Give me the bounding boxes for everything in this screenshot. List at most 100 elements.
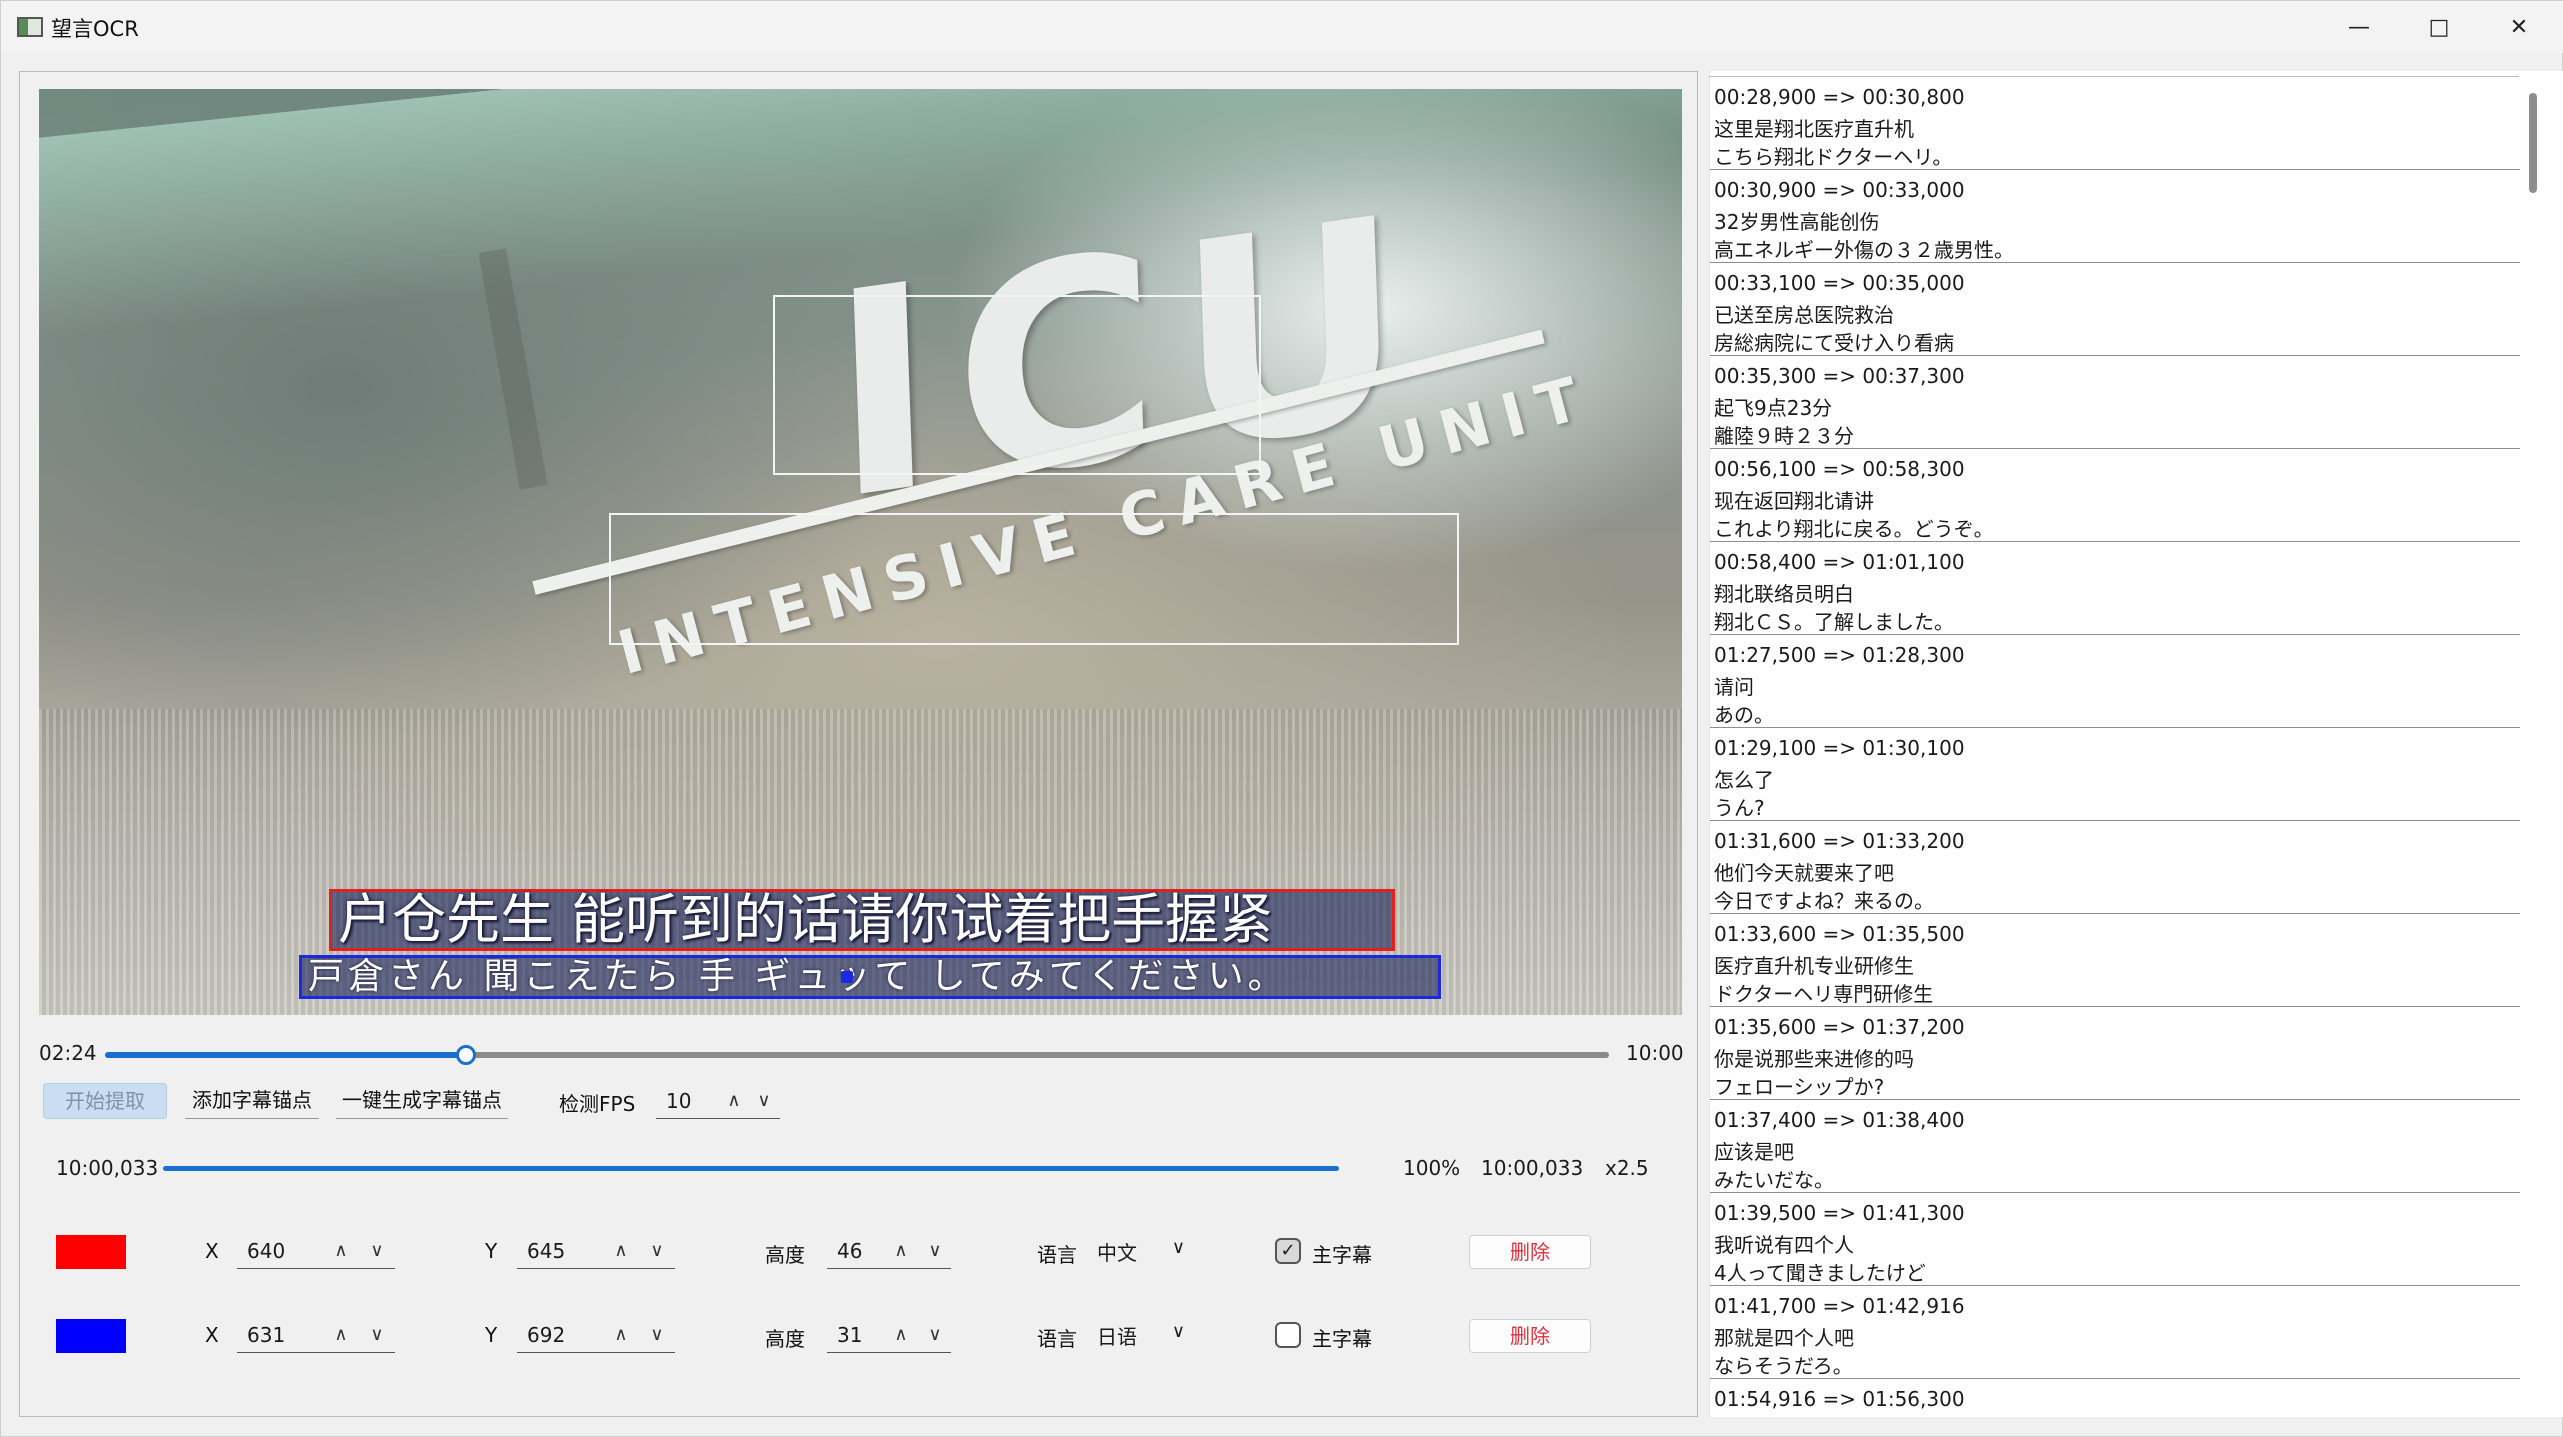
close-button[interactable]: ✕ bbox=[2479, 1, 2559, 53]
subtitle-text-cn: 翔北联络员明白 bbox=[1714, 582, 1854, 606]
subtitle-text-cn: 怎么了 bbox=[1714, 768, 1774, 792]
subtitle-text-jp: みたいだな。 bbox=[1714, 1168, 1834, 1192]
fps-label: 检测FPS bbox=[559, 1092, 636, 1116]
main-subtitle-label: 主字幕 bbox=[1312, 1243, 1372, 1267]
subtitle-text-cn: 这里是翔北医疗直升机 bbox=[1714, 117, 1914, 141]
detection-box bbox=[773, 295, 1261, 475]
language-label: 语言 bbox=[1037, 1327, 1077, 1351]
delete-anchor-button[interactable]: 删除 bbox=[1469, 1319, 1591, 1353]
subtitle-text-cn: 现在返回翔北请讲 bbox=[1714, 489, 1874, 513]
subtitle-timecode: 01:41,700 => 01:42,916 bbox=[1714, 1294, 1965, 1318]
progress-percent: 100% bbox=[1403, 1156, 1461, 1180]
subtitle-text-cn: 起飞9点23分 bbox=[1714, 396, 1833, 420]
chevron-down-icon[interactable]: ∨ bbox=[923, 1320, 947, 1350]
subtitle-timecode: 00:30,900 => 00:33,000 bbox=[1714, 178, 1965, 202]
subtitle-timecode: 00:28,900 => 00:30,800 bbox=[1714, 85, 1965, 109]
language-select[interactable]: 日语 ∨ bbox=[1097, 1319, 1185, 1351]
subtitle-entry[interactable]: 00:30,900 => 00:33,000 32岁男性高能创伤 高エネルギー外傷の… bbox=[1710, 170, 2520, 263]
progress-speed: x2.5 bbox=[1605, 1156, 1649, 1180]
subtitle-text-jp: 離陸９時２３分 bbox=[1714, 424, 1854, 448]
subtitle-text-jp: ドクターヘリ専門研修生 bbox=[1714, 982, 1934, 1006]
checkmark-icon: ✓ bbox=[1280, 1240, 1296, 1261]
subtitle-entry[interactable]: 01:33,600 => 01:35,500 医疗直升机专业研修生 ドクターヘリ専門… bbox=[1710, 914, 2520, 1007]
chevron-up-icon[interactable]: ∧ bbox=[329, 1320, 353, 1350]
subtitle-entry[interactable]: 01:41,700 => 01:42,916 那就是四个人吧 ならそうだろ。 bbox=[1710, 1286, 2520, 1379]
chevron-up-icon[interactable]: ∧ bbox=[889, 1236, 913, 1266]
progress-total: 10:00,033 bbox=[1481, 1156, 1584, 1180]
height-value: 31 bbox=[837, 1323, 863, 1347]
height-label: 高度 bbox=[765, 1243, 805, 1267]
subtitle-text-jp: こちら翔北ドクターヘリ。 bbox=[1714, 145, 1953, 169]
subtitle-entry[interactable]: 01:31,600 => 01:33,200 他们今天就要来了吧 今日ですよね？来る… bbox=[1710, 821, 2520, 914]
subtitle-entry[interactable]: 01:37,400 => 01:38,400 应该是吧 みたいだな。 bbox=[1710, 1100, 2520, 1193]
maximize-icon: □ bbox=[2428, 14, 2450, 40]
subtitle-entry[interactable]: 01:39,500 => 01:41,300 我听说有四个人 4人って聞きましたけど bbox=[1710, 1193, 2520, 1286]
y-label: Y bbox=[485, 1239, 498, 1263]
subtitle-entry[interactable]: 00:58,400 => 01:01,100 翔北联络员明白翔北ＣＳ。了解しました… bbox=[1710, 542, 2520, 635]
subtitle-timecode: 01:35,600 => 01:37,200 bbox=[1714, 1015, 1965, 1039]
chevron-up-icon[interactable]: ∧ bbox=[889, 1320, 913, 1350]
main-subtitle-checkbox[interactable] bbox=[1275, 1322, 1301, 1348]
language-select[interactable]: 中文 ∨ bbox=[1097, 1235, 1185, 1267]
subtitle-region-jp[interactable]: 戸倉さん 聞こえたら 手 ギュッて してみてください。 bbox=[299, 955, 1441, 999]
height-spinbox[interactable]: 31 ∧ ∨ bbox=[827, 1319, 951, 1353]
anchor-color-swatch[interactable] bbox=[56, 1319, 126, 1353]
minimize-button[interactable]: — bbox=[2319, 1, 2399, 53]
chevron-down-icon[interactable]: ∨ bbox=[365, 1320, 389, 1350]
delete-anchor-button[interactable]: 删除 bbox=[1469, 1235, 1591, 1269]
language-value: 日语 bbox=[1097, 1325, 1137, 1349]
language-value: 中文 bbox=[1097, 1241, 1137, 1265]
video-preview[interactable]: ICU INTENSIVE CARE UNIT 户仓先生 能听到的话请你试着把手… bbox=[39, 89, 1682, 1015]
subtitle-timecode: 01:31,600 => 01:33,200 bbox=[1714, 829, 1965, 853]
generate-anchors-button[interactable]: 一键生成字幕锚点 bbox=[336, 1083, 508, 1119]
chevron-down-icon[interactable]: ∨ bbox=[645, 1320, 669, 1350]
subtitle-entry[interactable]: 01:27,500 => 01:28,300 请问 あの。 bbox=[1710, 635, 2520, 728]
chevron-up-icon[interactable]: ∧ bbox=[609, 1320, 633, 1350]
subtitle-entry[interactable]: 01:29,100 => 01:30,100 怎么了 うん? bbox=[1710, 728, 2520, 821]
subtitle-entry[interactable]: 00:33,100 => 00:35,000 已送至房总医院救治 房総病院にて受け入… bbox=[1710, 263, 2520, 356]
subtitle-text-jp: 高エネルギー外傷の３２歳男性。 bbox=[1714, 238, 2014, 262]
add-anchor-button[interactable]: 添加字幕锚点 bbox=[185, 1083, 319, 1119]
chevron-up-icon[interactable]: ∧ bbox=[722, 1086, 746, 1116]
subtitle-timecode: 01:27,500 => 01:28,300 bbox=[1714, 643, 1965, 667]
start-extract-button[interactable]: 开始提取 bbox=[43, 1083, 167, 1119]
x-spinbox[interactable]: 640 ∧ ∨ bbox=[237, 1235, 395, 1269]
seek-slider-handle[interactable] bbox=[456, 1045, 476, 1065]
subtitle-text-jp: 翔北ＣＳ。了解しました。 bbox=[1714, 610, 1954, 634]
subtitle-entry[interactable]: 01:54,916 => 01:56,300 bbox=[1710, 1379, 2520, 1417]
subtitle-text-jp: 房総病院にて受け入り看病 bbox=[1714, 331, 1954, 355]
subtitle-list[interactable]: 00:28,900 => 00:30,800 这里是翔北医疗直升机こちら翔北ドクタ… bbox=[1709, 71, 2563, 1417]
x-spinbox[interactable]: 631 ∧ ∨ bbox=[237, 1319, 395, 1353]
y-spinbox[interactable]: 692 ∧ ∨ bbox=[517, 1319, 675, 1353]
close-icon: ✕ bbox=[2509, 14, 2529, 40]
chevron-up-icon[interactable]: ∧ bbox=[329, 1236, 353, 1266]
subtitle-text-jp: 今日ですよね？来るの。 bbox=[1714, 889, 1934, 913]
text-cursor bbox=[841, 971, 853, 983]
chevron-down-icon[interactable]: ∨ bbox=[645, 1236, 669, 1266]
subtitle-entry[interactable]: 00:35,300 => 00:37,300 起飞9点23分 離陸９時２３分 bbox=[1710, 356, 2520, 449]
subtitle-text-cn: 应该是吧 bbox=[1714, 1140, 1794, 1164]
height-value: 46 bbox=[837, 1239, 863, 1263]
subtitle-region-cn[interactable]: 户仓先生 能听到的话请你试着把手握紧 bbox=[329, 889, 1395, 951]
subtitle-entry[interactable]: 00:28,900 => 00:30,800 这里是翔北医疗直升机こちら翔北ドクタ… bbox=[1710, 77, 2520, 170]
x-label: X bbox=[205, 1239, 219, 1263]
title-bar: 望言OCR — □ ✕ bbox=[1, 1, 2563, 53]
subtitle-entry[interactable]: 01:35,600 => 01:37,200 你是说那些来进修的吗 フェローシップか… bbox=[1710, 1007, 2520, 1100]
subtitle-timecode: 00:58,400 => 01:01,100 bbox=[1714, 550, 1965, 574]
subtitle-text-cn: 你是说那些来进修的吗 bbox=[1714, 1047, 1914, 1071]
anchor-color-swatch[interactable] bbox=[56, 1235, 126, 1269]
chevron-up-icon[interactable]: ∧ bbox=[609, 1236, 633, 1266]
chevron-down-icon[interactable]: ∨ bbox=[752, 1086, 776, 1116]
chevron-down-icon[interactable]: ∨ bbox=[923, 1236, 947, 1266]
fps-spinbox[interactable]: 10 ∧ ∨ bbox=[656, 1085, 780, 1119]
main-subtitle-checkbox[interactable]: ✓ bbox=[1275, 1238, 1301, 1264]
subtitle-entry[interactable]: 00:56,100 => 00:58,300 现在返回翔北请讲 これより翔北に戻る。… bbox=[1710, 449, 2520, 542]
progress-elapsed: 10:00,033 bbox=[56, 1156, 159, 1180]
subtitle-list-scrollbar[interactable] bbox=[2529, 93, 2537, 193]
y-label: Y bbox=[485, 1323, 498, 1347]
y-spinbox[interactable]: 645 ∧ ∨ bbox=[517, 1235, 675, 1269]
app-icon bbox=[17, 17, 43, 37]
height-spinbox[interactable]: 46 ∧ ∨ bbox=[827, 1235, 951, 1269]
maximize-button[interactable]: □ bbox=[2399, 1, 2479, 53]
chevron-down-icon[interactable]: ∨ bbox=[365, 1236, 389, 1266]
